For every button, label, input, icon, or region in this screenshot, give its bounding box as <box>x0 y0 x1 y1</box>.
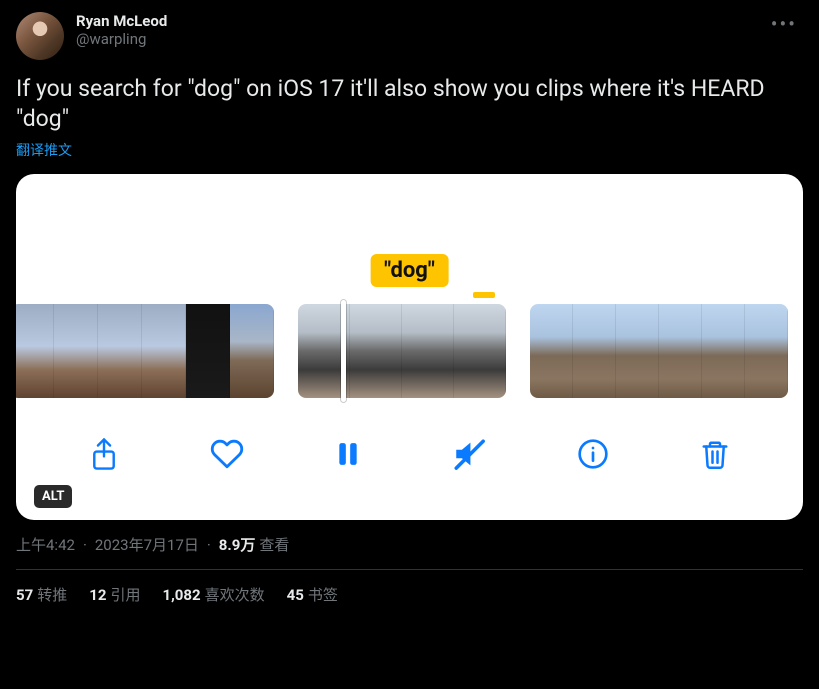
likes-count: 1,082 <box>162 586 200 604</box>
stats-row: 57转推 12引用 1,082 喜欢次数 45书签 <box>16 584 803 605</box>
views-count[interactable]: 8.9万 <box>219 534 256 555</box>
clip-thumb <box>186 304 230 398</box>
clip-thumb <box>616 304 659 398</box>
clip-thumb <box>454 304 506 398</box>
quotes-stat[interactable]: 12引用 <box>89 584 140 605</box>
clip-thumb <box>530 304 573 398</box>
trash-icon[interactable] <box>700 437 730 471</box>
display-name: Ryan McLeod <box>76 12 167 30</box>
clip-thumb <box>54 304 98 398</box>
more-menu-icon[interactable]: ••• <box>765 12 803 36</box>
avatar[interactable] <box>16 12 64 60</box>
clip-group[interactable] <box>16 304 274 398</box>
bookmarks-stat[interactable]: 45书签 <box>287 584 338 605</box>
clip-thumb <box>402 304 454 398</box>
clip-thumb <box>98 304 142 398</box>
info-icon[interactable] <box>577 438 609 470</box>
heart-icon[interactable] <box>210 437 244 471</box>
clip-thumb <box>230 304 274 398</box>
clip-thumb <box>573 304 616 398</box>
clip-thumb <box>142 304 186 398</box>
playhead[interactable] <box>341 300 346 402</box>
thumbnail-strip[interactable] <box>16 304 803 398</box>
media-controls <box>16 424 803 484</box>
tweet-text: If you search for "dog" on iOS 17 it'll … <box>16 74 803 134</box>
media-card[interactable]: "dog" <box>16 174 803 520</box>
clip-thumb <box>350 304 402 398</box>
caption-bubble: "dog" <box>370 254 449 287</box>
retweets-label: 转推 <box>37 586 67 604</box>
clip-thumb <box>745 304 788 398</box>
retweets-stat[interactable]: 57转推 <box>16 584 67 605</box>
handle: @warpling <box>76 30 167 48</box>
clip-group[interactable] <box>298 304 506 398</box>
caption-marker <box>473 292 495 298</box>
quotes-label: 引用 <box>110 586 140 604</box>
likes-stat[interactable]: 1,082 喜欢次数 <box>162 584 264 605</box>
bookmarks-count: 45 <box>287 586 304 604</box>
views-label: 查看 <box>259 534 289 555</box>
separator-dot <box>79 536 91 554</box>
retweets-count: 57 <box>16 586 33 604</box>
post-date[interactable]: 2023年7月17日 <box>95 534 199 555</box>
clip-thumb <box>16 304 54 398</box>
share-icon[interactable] <box>89 437 119 471</box>
clip-group[interactable] <box>530 304 788 398</box>
post-time[interactable]: 上午4:42 <box>16 534 75 555</box>
bookmarks-label: 书签 <box>308 586 338 604</box>
translate-link[interactable]: 翻译推文 <box>16 140 803 160</box>
likes-label: 喜欢次数 <box>205 586 265 604</box>
separator-dot <box>203 536 215 554</box>
divider <box>16 569 803 570</box>
mute-icon[interactable] <box>452 437 486 471</box>
quotes-count: 12 <box>89 586 106 604</box>
clip-thumb <box>659 304 702 398</box>
pause-icon[interactable] <box>335 438 361 470</box>
meta-row: 上午4:42 2023年7月17日 8.9万 查看 <box>16 534 803 555</box>
alt-badge[interactable]: ALT <box>34 485 72 508</box>
author-block[interactable]: Ryan McLeod @warpling <box>76 12 167 48</box>
tweet-header: Ryan McLeod @warpling ••• <box>16 12 803 60</box>
clip-thumb <box>702 304 745 398</box>
